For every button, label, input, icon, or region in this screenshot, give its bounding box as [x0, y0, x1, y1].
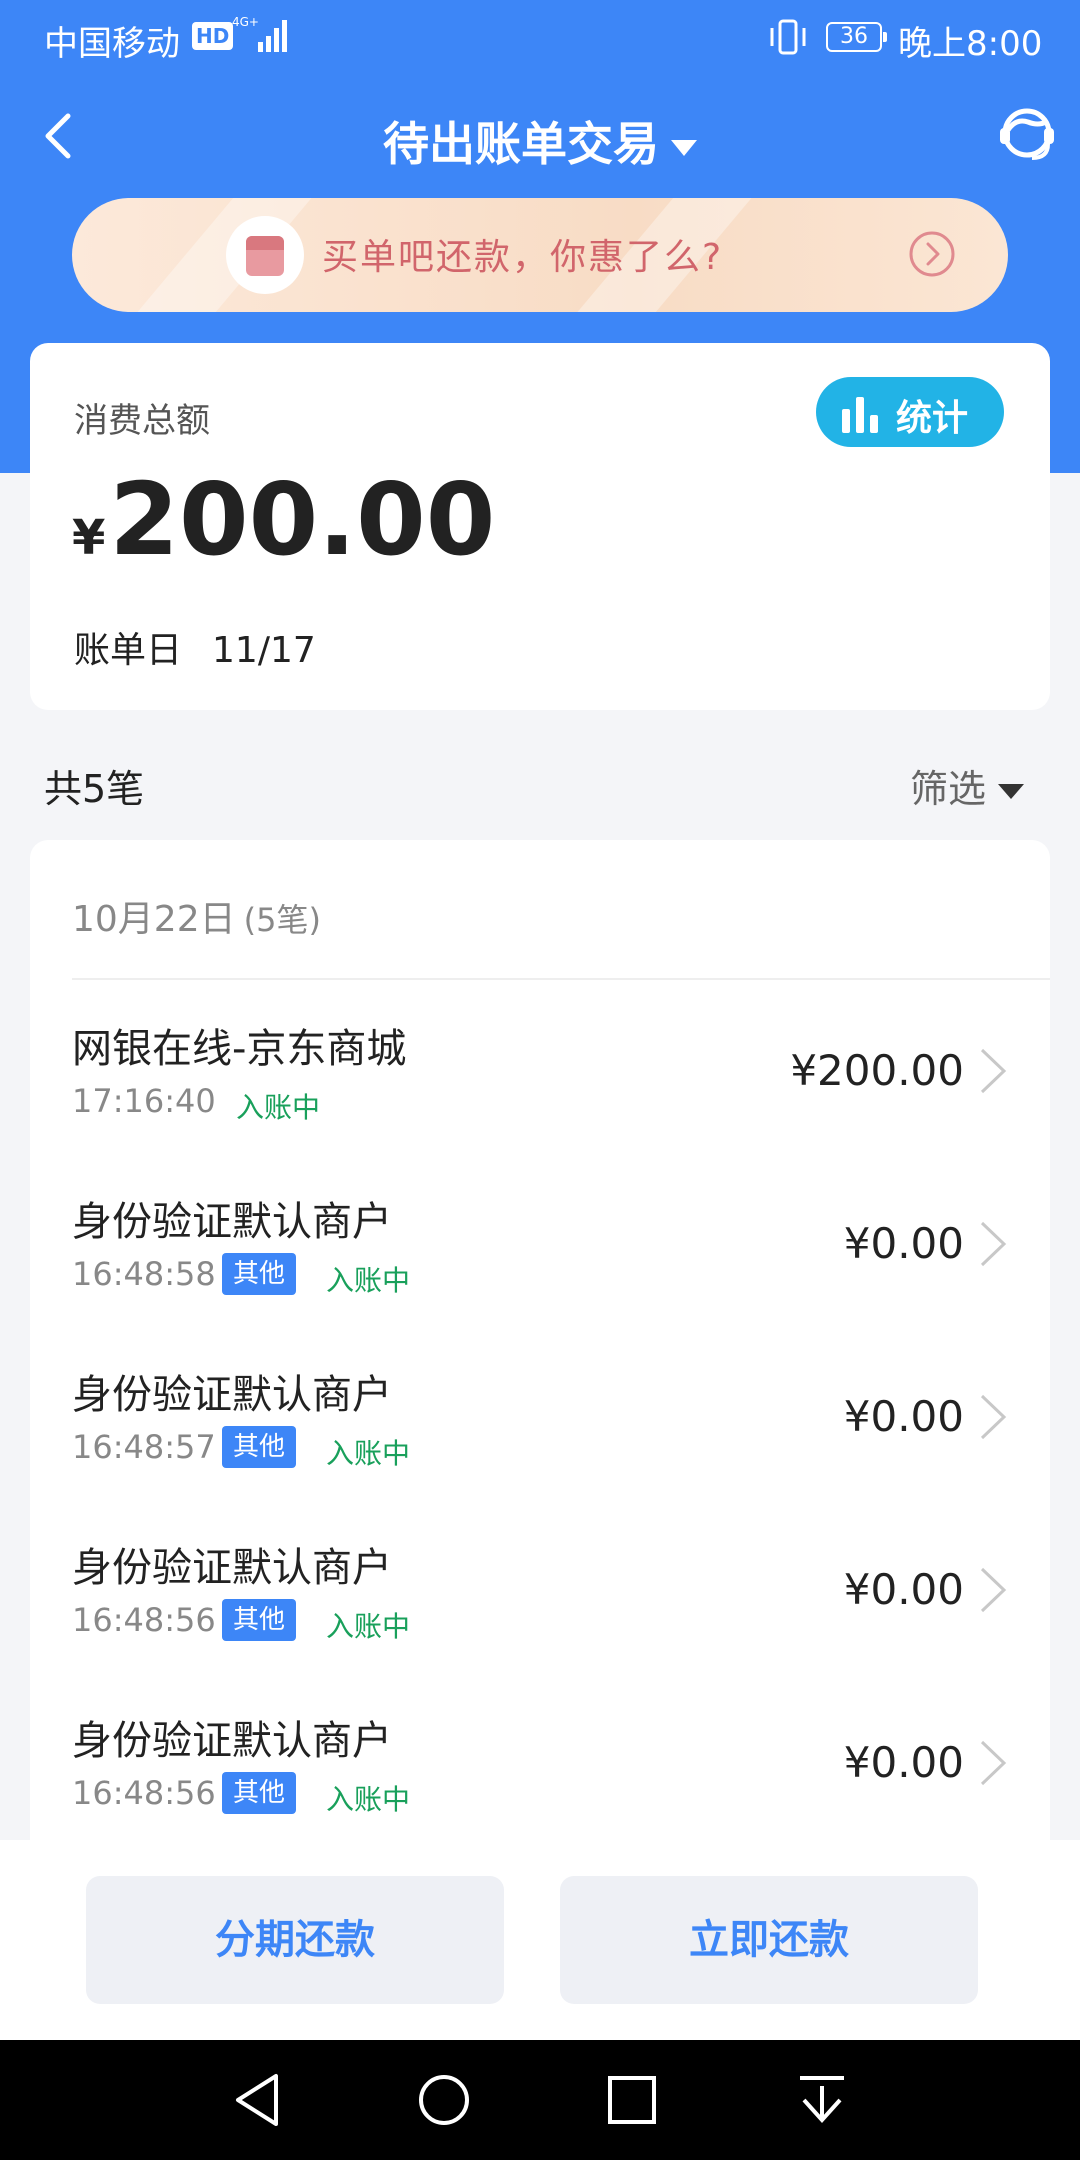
page-title[interactable]: 待出账单交易 [0, 108, 1080, 174]
transaction-time: 16:48:58 [72, 1255, 216, 1293]
list-header: 共5笔 筛选 [0, 752, 1080, 812]
chevron-right-icon [980, 1048, 1007, 1094]
category-tag: 其他 [222, 1426, 296, 1468]
system-nav-bar [0, 2040, 1080, 2160]
date-group-header: 10月22日 (5笔) [72, 890, 321, 942]
status-label: 入账中 [326, 1437, 411, 1470]
signal-icon: 4G+ [232, 15, 287, 52]
bill-date-label: 账单日 [74, 630, 183, 671]
nav-home-icon[interactable] [414, 2070, 474, 2130]
vibrate-icon [770, 19, 806, 55]
transaction-row[interactable]: 身份验证默认商户 16:48:58 其他 入账中 ¥0.00 [30, 1189, 1050, 1361]
nav-recents-icon[interactable] [604, 2070, 660, 2130]
merchant-name: 网银在线-京东商城 [72, 1026, 407, 1072]
chevron-right-icon [980, 1221, 1007, 1267]
installment-button[interactable]: 分期还款 [86, 1876, 504, 2004]
clock: 晚上8:00 [898, 24, 1043, 64]
hd-badge: HD [192, 22, 234, 50]
transaction-time: 16:48:56 [72, 1774, 216, 1812]
transaction-row[interactable]: 身份验证默认商户 16:48:56 其他 入账中 ¥0.00 [30, 1708, 1050, 1840]
bar-chart-icon [842, 397, 878, 433]
promo-decoration [102, 198, 342, 312]
merchant-name: 身份验证默认商户 [72, 1199, 392, 1245]
chevron-right-icon [980, 1567, 1007, 1613]
group-date: 10月22日 [72, 899, 236, 940]
transaction-amount: ¥0.00 [843, 1392, 964, 1441]
caret-down-icon [998, 784, 1025, 799]
nav-bar: 待出账单交易 [0, 90, 1080, 180]
bill-date-value: 11/17 [212, 630, 316, 671]
merchant-name: 身份验证默认商户 [72, 1718, 392, 1764]
transaction-amount: ¥0.00 [843, 1738, 964, 1787]
transaction-list: 10月22日 (5笔) 网银在线-京东商城 17:16:40 入账中 ¥200.0… [30, 840, 1050, 1840]
page-title-text: 待出账单交易 [383, 117, 659, 171]
status-label: 入账中 [326, 1783, 411, 1816]
total-amount: ¥200.00 [72, 461, 495, 578]
filter-label: 筛选 [910, 767, 987, 811]
amount-value: 200.00 [109, 461, 496, 578]
nav-back-icon[interactable] [230, 2070, 286, 2130]
total-spend-label: 消费总额 [74, 401, 210, 441]
group-count: (5笔) [243, 901, 321, 939]
status-bar: 中国移动 HD 4G+ 36 晚上8:00 [0, 0, 1080, 72]
category-tag: 其他 [222, 1599, 296, 1641]
transaction-amount: ¥200.00 [790, 1046, 964, 1095]
status-label: 入账中 [236, 1091, 321, 1124]
transaction-count: 共5笔 [44, 767, 145, 811]
battery-icon: 36 [826, 22, 887, 52]
status-label: 入账中 [326, 1610, 411, 1643]
status-label: 入账中 [326, 1264, 411, 1297]
promo-text: 买单吧还款，你惠了么? [322, 237, 724, 278]
category-tag: 其他 [222, 1772, 296, 1814]
transaction-time: 17:16:40 [72, 1082, 216, 1120]
bottom-action-bar: 分期还款 立即还款 [0, 1840, 1080, 2040]
chevron-right-icon [980, 1740, 1007, 1786]
transaction-time: 16:48:57 [72, 1428, 216, 1466]
nav-notification-icon[interactable] [794, 2070, 850, 2130]
stats-button[interactable]: 统计 [816, 377, 1004, 447]
transaction-amount: ¥0.00 [843, 1565, 964, 1614]
filter-button[interactable]: 筛选 [910, 758, 1025, 813]
currency-symbol: ¥ [72, 510, 106, 566]
repay-now-button[interactable]: 立即还款 [560, 1876, 978, 2004]
transaction-row[interactable]: 身份验证默认商户 16:48:57 其他 入账中 ¥0.00 [30, 1362, 1050, 1534]
transaction-row[interactable]: 网银在线-京东商城 17:16:40 入账中 ¥200.00 [30, 1016, 1050, 1188]
shopping-bag-icon [226, 216, 304, 294]
divider [72, 978, 1050, 980]
carrier-label: 中国移动 [44, 24, 180, 64]
caret-down-icon [671, 139, 697, 156]
summary-card: 消费总额 统计 ¥200.00 账单日 11/17 [30, 343, 1050, 710]
category-tag: 其他 [222, 1253, 296, 1295]
svg-text:4G+: 4G+ [232, 15, 259, 29]
merchant-name: 身份验证默认商户 [72, 1372, 392, 1418]
transaction-row[interactable]: 身份验证默认商户 16:48:56 其他 入账中 ¥0.00 [30, 1535, 1050, 1707]
merchant-name: 身份验证默认商户 [72, 1545, 392, 1591]
promo-banner[interactable]: 买单吧还款，你惠了么? [72, 198, 1008, 312]
transaction-amount: ¥0.00 [843, 1219, 964, 1268]
chevron-right-icon [980, 1394, 1007, 1440]
stats-label: 统计 [896, 398, 969, 439]
bill-date-row: 账单日 11/17 [74, 621, 316, 673]
chevron-right-circle-icon [909, 231, 955, 277]
customer-service-icon[interactable] [994, 100, 1060, 166]
transaction-time: 16:48:56 [72, 1601, 216, 1639]
